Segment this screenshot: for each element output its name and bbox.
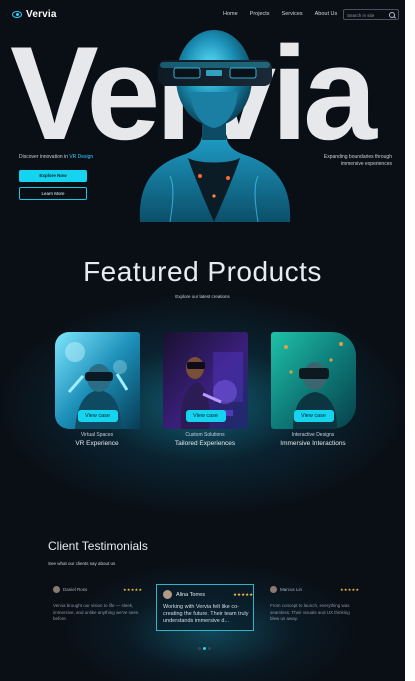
testimonial-quote: From concept to launch, everything was s… <box>270 603 350 622</box>
featured-subtitle: Explore our latest creations <box>175 294 230 299</box>
vr-robot-figure-image <box>139 30 291 222</box>
testimonial-name: Daniel Ross <box>63 587 88 592</box>
testimonial-quote: Vervia brought our vision to life — slee… <box>53 603 139 622</box>
explore-now-button[interactable]: Explore Now <box>19 170 87 182</box>
search-input[interactable]: Search in site <box>343 9 399 20</box>
star-rating: ★★★★★ <box>233 592 254 597</box>
testimonial-name: Alina Torres <box>176 592 205 598</box>
view-case-button[interactable]: View case <box>293 410 334 422</box>
carousel-dots <box>198 647 211 650</box>
hero-tagline-prefix: Discover innovation in <box>19 154 70 160</box>
product-card-tailored-experiences[interactable]: View case <box>163 332 248 429</box>
avatar <box>270 586 277 593</box>
carousel-dot[interactable] <box>208 647 211 650</box>
nav-link-services[interactable]: Services <box>282 11 303 17</box>
card-subtitle-custom-solutions: Custom Solutions <box>185 432 225 438</box>
logo-text: Vervia <box>26 9 57 20</box>
carousel-dot-active[interactable] <box>203 647 206 650</box>
hero-tagline: Discover innovation in VR Design <box>19 154 93 160</box>
search-placeholder: Search in site <box>347 12 375 18</box>
hero-tagline-accent: VR Design <box>69 154 94 160</box>
page: Vervia Home Projects Services About Us S… <box>0 0 405 681</box>
card-subtitle-interactive-designs: Interactive Designs <box>291 432 335 438</box>
testimonials-subtitle: See what our clients say about us <box>48 561 116 566</box>
card-title-immersive-interactions[interactable]: Immersive Interactions <box>258 440 368 447</box>
featured-title: Featured Products <box>83 256 322 287</box>
testimonial-quote: Working with Vervia felt like co-creatin… <box>163 604 249 625</box>
right-margin <box>405 0 415 681</box>
nav-links: Home Projects Services About Us <box>223 11 337 17</box>
testimonial-card-active[interactable]: Alina Torres ★★★★★ Working with Vervia f… <box>156 584 254 631</box>
testimonials-title: Client Testimonials <box>48 539 148 553</box>
carousel-dot[interactable] <box>198 647 201 650</box>
search-icon[interactable] <box>389 12 395 18</box>
avatar <box>53 586 60 593</box>
card-subtitle-virtual-spaces: Virtual Spaces <box>80 432 114 438</box>
testimonial-name: Marcus Lin <box>280 587 303 592</box>
card-title-vr-experience[interactable]: VR Experience <box>42 440 152 447</box>
nav-link-about[interactable]: About Us <box>315 11 338 17</box>
eye-logo-icon <box>12 11 22 18</box>
nav-link-home[interactable]: Home <box>223 11 238 17</box>
learn-more-button[interactable]: Learn More <box>19 187 87 200</box>
star-rating: ★★★★★ <box>340 587 360 592</box>
view-case-button[interactable]: View case <box>185 410 226 422</box>
product-card-vr-experience[interactable]: View case <box>55 332 140 429</box>
view-case-button[interactable]: View case <box>77 410 118 422</box>
nav-link-projects[interactable]: Projects <box>250 11 270 17</box>
product-card-immersive-interactions[interactable]: View case <box>271 332 356 429</box>
hero-right-text: Expanding boundaries through immersive e… <box>323 154 392 167</box>
logo[interactable]: Vervia <box>12 9 57 20</box>
star-rating: ★★★★★ <box>123 587 143 592</box>
card-title-tailored-experiences[interactable]: Tailored Experiences <box>150 440 260 447</box>
avatar <box>163 590 172 599</box>
